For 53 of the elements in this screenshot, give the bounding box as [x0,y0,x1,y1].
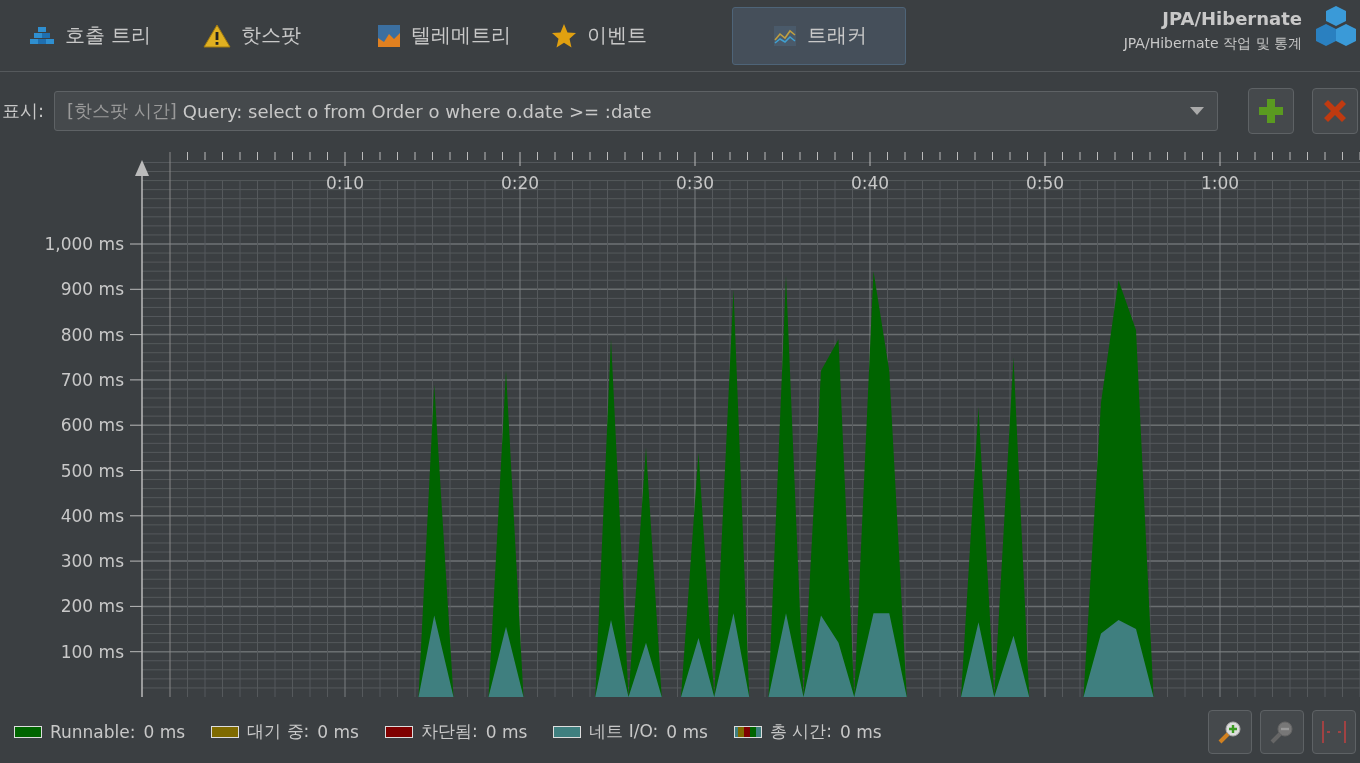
add-button[interactable] [1248,88,1294,134]
y-tick-label: 1,000 ms [44,234,124,254]
zoom-in-button[interactable] [1208,709,1252,754]
line-chart-icon [773,24,797,47]
y-tick-label: 100 ms [60,641,124,662]
remove-button[interactable] [1312,88,1358,134]
legend-label: 총 시간: [769,720,833,743]
x-tick-label: 0:20 [500,173,540,193]
x-tick-label: 0:30 [675,173,715,193]
legend-value: 0 ms [143,721,186,742]
legend-value: 0 ms [666,721,708,742]
fit-button[interactable] [1312,709,1356,754]
warning-icon [203,23,231,48]
caret-icon [1189,106,1205,116]
view-subtitle: JPA/Hibernate 작업 및 통계 [1123,35,1302,53]
tab[interactable]: 이벤트 [548,6,722,65]
x-tick-label: 0:50 [1025,173,1065,193]
query-dropdown[interactable]: [핫스팟 시간] Query: select o from Order o where o.date >= :date [54,91,1218,131]
legend-label: 네트 I/O: [589,720,659,743]
x-tick-label: 0:10 [325,173,365,193]
y-tick-label: 300 ms [60,551,124,572]
legend-label: 대기 중: [247,720,310,743]
zoom-out-button[interactable] [1260,709,1304,754]
fit-width-icon [1321,718,1347,745]
view-title: JPA/Hibernate [1160,8,1302,29]
tab[interactable]: 트래커 [732,6,906,65]
hierarchy-icon [29,25,55,46]
cubes-icon [1314,4,1358,48]
x-tick-label: 1:00 [1200,173,1240,193]
legend-value: 0 ms [840,721,882,742]
legend-value: 0 ms [317,721,359,742]
tab[interactable]: 호출 트리 [26,6,200,65]
tab[interactable]: 핫스팟 [200,6,374,65]
y-tick-label: 700 ms [60,369,124,390]
y-tick-label: 400 ms [60,505,124,526]
y-tick-label: 500 ms [60,460,124,481]
star-icon [551,22,577,49]
x-tick-label: 0:40 [850,173,890,193]
close-icon [1322,98,1348,124]
zoom-in-icon [1217,718,1243,745]
display-label: 표시: [2,99,45,123]
tab[interactable]: 텔레메트리 [374,6,548,65]
chart-icon [377,23,401,48]
y-tick-label: 600 ms [60,415,124,436]
legend-label: 차단됨: [420,720,478,743]
y-tick-label: 200 ms [60,596,124,617]
zoom-out-icon [1269,718,1295,745]
legend-label: Runnable: [50,721,136,742]
legend-swatch [733,725,762,738]
plus-icon [1258,98,1284,124]
y-tick-label: 800 ms [60,324,124,345]
y-tick-label: 900 ms [60,279,124,300]
legend-value: 0 ms [485,721,528,742]
